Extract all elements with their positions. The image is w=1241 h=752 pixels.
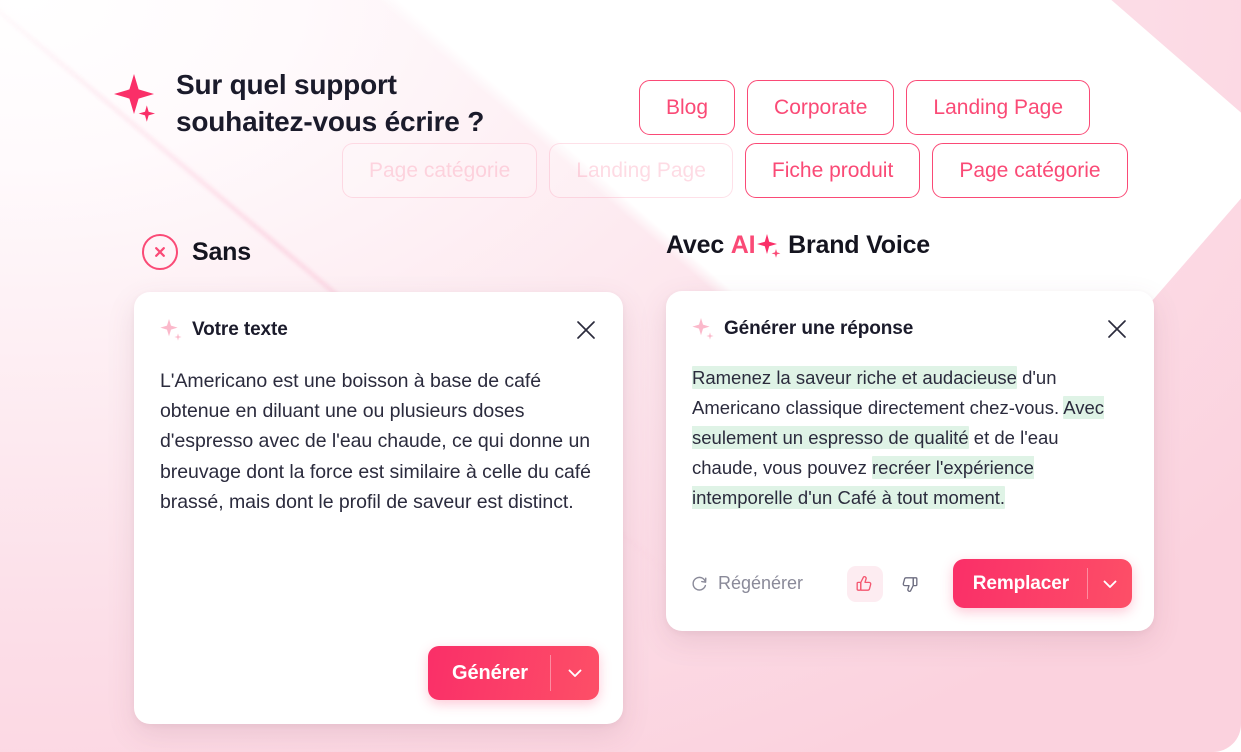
tag-row-2: Page catégorie Landing Page Fiche produi… [342, 143, 1128, 198]
card-generer-une-reponse: Générer une réponse Ramenez la saveur ri… [666, 291, 1154, 631]
chevron-down-icon [1103, 580, 1117, 588]
brand-voice-label: Brand Voice [781, 231, 930, 259]
regenerate-button[interactable]: Régénérer [690, 573, 803, 594]
header: Sur quel support souhaitez-vous écrire ?… [0, 0, 1241, 215]
headline-block: Sur quel support souhaitez-vous écrire ? [110, 66, 484, 140]
thumbs-up-button[interactable] [847, 565, 884, 602]
tag-row-1: Blog Corporate Landing Page [639, 80, 1091, 135]
avec-prefix: Avec [666, 231, 731, 259]
generer-button[interactable]: Générer [428, 646, 550, 700]
remplacer-button-group[interactable]: Remplacer [952, 559, 1132, 608]
tag-page-categorie-faded[interactable]: Page catégorie [342, 143, 538, 198]
tag-landing-page[interactable]: Landing Page [906, 80, 1091, 135]
tag-page-categorie[interactable]: Page catégorie [932, 143, 1128, 198]
app-canvas: Sur quel support souhaitez-vous écrire ?… [0, 0, 1241, 752]
card-body-text: L'Americano est une boisson à base de ca… [160, 370, 591, 513]
sparkle-icon [692, 318, 714, 340]
column-label-avec-brand-voice: Avec AI Brand Voice [666, 231, 930, 260]
x-circle-icon [142, 234, 178, 270]
page-title: Sur quel support souhaitez-vous écrire ? [176, 69, 485, 138]
close-icon[interactable] [575, 319, 597, 341]
generer-dropdown-toggle[interactable] [551, 646, 599, 700]
remplacer-button[interactable]: Remplacer [953, 559, 1087, 608]
highlighted-text-segment: Ramenez la saveur riche et audacieuse [692, 366, 1017, 389]
thumbs-up-icon [856, 575, 872, 591]
card-title: Votre texte [192, 319, 288, 340]
remplacer-dropdown-toggle[interactable] [1088, 559, 1132, 608]
column-title-sans: Sans [192, 237, 251, 266]
close-icon[interactable] [1106, 318, 1128, 340]
card-header: Générer une réponse [666, 291, 1154, 341]
feedback-controls [847, 565, 927, 602]
card-footer: Générer [427, 646, 599, 700]
sparkle-icon [160, 319, 182, 341]
regenerate-label: Régénérer [718, 573, 804, 593]
ai-label: AI [730, 231, 756, 259]
column-label-sans: Sans [142, 234, 251, 270]
chevron-down-icon [568, 669, 582, 677]
card-body-text-segments: Ramenez la saveur riche et audacieuse d'… [666, 341, 1154, 513]
card-footer: Régénérer Remplacer [690, 559, 1132, 608]
tag-fiche-produit[interactable]: Fiche produit [744, 143, 921, 198]
tag-landing-page-faded[interactable]: Landing Page [549, 143, 733, 198]
thumbs-down-icon [902, 576, 918, 592]
card-header: Votre texte [134, 292, 623, 342]
tag-corporate[interactable]: Corporate [747, 80, 895, 135]
generer-button-group[interactable]: Générer [427, 646, 599, 700]
card-votre-texte: Votre texte L'Americano est une boisson … [134, 292, 623, 724]
thumbs-down-button[interactable] [891, 566, 927, 602]
tag-blog[interactable]: Blog [639, 80, 736, 135]
sparkle-icon [114, 74, 156, 122]
card-title: Générer une réponse [724, 318, 914, 339]
sparkle-icon [757, 233, 781, 258]
refresh-icon [692, 576, 707, 591]
